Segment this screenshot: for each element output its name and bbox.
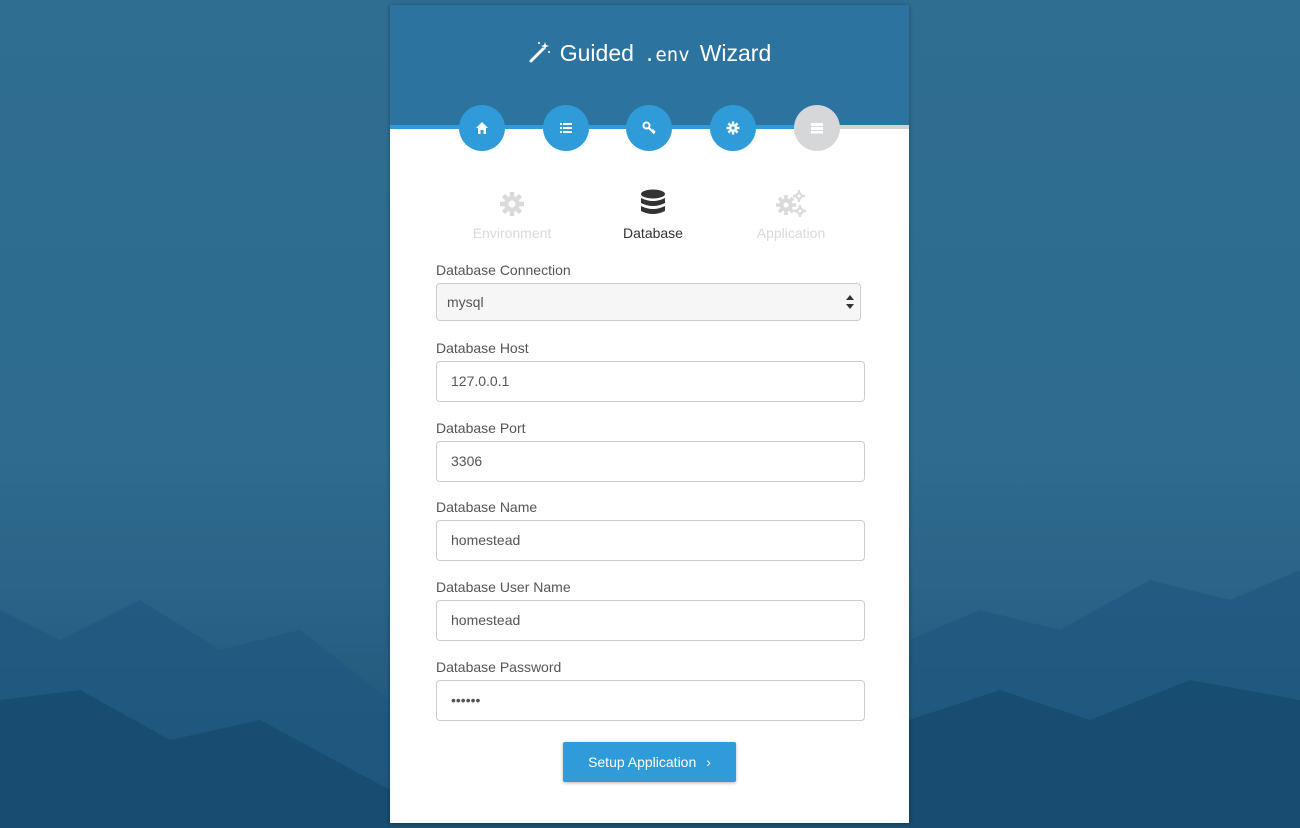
cog-icon bbox=[442, 188, 582, 220]
chevron-right-icon: › bbox=[706, 754, 711, 770]
database-connection-select[interactable]: mysql bbox=[436, 283, 861, 321]
database-username-label: Database User Name bbox=[436, 579, 571, 595]
key-icon bbox=[642, 121, 656, 135]
tab-environment[interactable]: Environment bbox=[442, 188, 582, 241]
page-title: Guided .env Wizard bbox=[390, 38, 909, 70]
tab-database-label: Database bbox=[623, 225, 683, 241]
database-username-input[interactable]: homestead bbox=[436, 600, 865, 641]
wizard-card: Guided .env Wizard Environment Database Ap bbox=[390, 5, 909, 823]
database-connection-label: Database Connection bbox=[436, 262, 571, 278]
database-port-input[interactable]: 3306 bbox=[436, 441, 865, 482]
cogs-icon bbox=[721, 188, 861, 220]
server-icon bbox=[811, 123, 823, 134]
database-password-label: Database Password bbox=[436, 659, 562, 675]
database-name-input[interactable]: homestead bbox=[436, 520, 865, 561]
select-arrows-icon bbox=[846, 295, 854, 309]
title-text-guided: Guided bbox=[559, 40, 634, 66]
tab-application-label: Application bbox=[756, 225, 826, 241]
step-server[interactable] bbox=[794, 105, 840, 151]
database-icon bbox=[583, 188, 723, 220]
step-key[interactable] bbox=[626, 105, 672, 151]
gear-icon bbox=[726, 121, 740, 135]
magic-wand-icon bbox=[528, 40, 552, 64]
step-home[interactable] bbox=[459, 105, 505, 151]
title-text-wizard: Wizard bbox=[699, 40, 772, 66]
database-host-input[interactable]: 127.0.0.1 bbox=[436, 361, 865, 402]
step-settings[interactable] bbox=[710, 105, 756, 151]
tab-environment-label: Environment bbox=[472, 225, 552, 241]
home-icon bbox=[476, 122, 488, 134]
setup-application-button[interactable]: Setup Application › bbox=[563, 742, 736, 782]
step-list[interactable] bbox=[543, 105, 589, 151]
database-host-label: Database Host bbox=[436, 340, 529, 356]
tab-application[interactable]: Application bbox=[721, 188, 861, 241]
database-password-input[interactable]: •••••• bbox=[436, 680, 865, 721]
database-port-label: Database Port bbox=[436, 420, 526, 436]
title-text-env: .env bbox=[643, 44, 690, 66]
setup-application-label: Setup Application bbox=[588, 754, 697, 770]
list-icon bbox=[560, 123, 572, 133]
database-name-label: Database Name bbox=[436, 499, 538, 515]
tab-database[interactable]: Database bbox=[583, 188, 723, 241]
database-connection-value: mysql bbox=[447, 294, 484, 310]
